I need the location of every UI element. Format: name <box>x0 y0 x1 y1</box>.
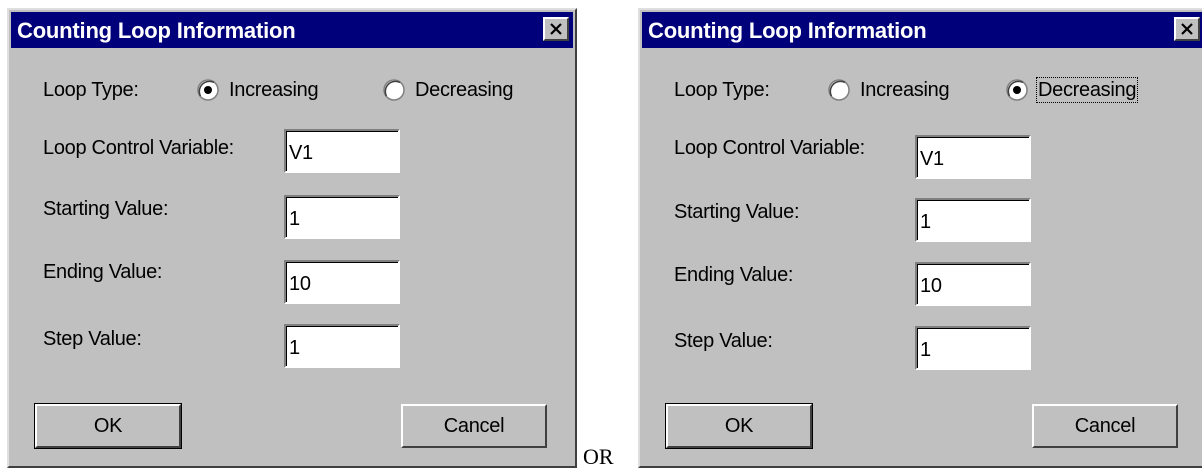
radio-increasing[interactable]: Increasing <box>828 78 950 102</box>
step-value-input[interactable]: 1 <box>284 324 400 368</box>
ending-value-label: Ending Value: <box>43 261 163 283</box>
ok-button[interactable]: OK <box>34 403 182 449</box>
step-value-input[interactable]: 1 <box>915 326 1031 370</box>
ending-value-input[interactable]: 10 <box>284 260 400 304</box>
radio-unselected-icon <box>383 79 405 101</box>
or-separator: OR <box>583 444 614 469</box>
radio-decreasing[interactable]: Decreasing <box>1006 77 1139 103</box>
close-icon <box>550 23 562 35</box>
step-value-label: Step Value: <box>674 330 773 352</box>
radio-unselected-icon <box>828 79 850 101</box>
starting-value-input[interactable]: 1 <box>915 198 1031 242</box>
close-button[interactable] <box>543 17 569 41</box>
step-value-label: Step Value: <box>43 328 142 350</box>
radio-selected-icon <box>1006 79 1028 101</box>
starting-value-label: Starting Value: <box>674 201 800 223</box>
loop-control-variable-input[interactable]: V1 <box>915 135 1031 179</box>
title-bar: Counting Loop Information <box>642 12 1202 48</box>
counting-loop-dialog-decreasing: Counting Loop Information Loop Type: Inc… <box>638 8 1202 468</box>
loop-type-label: Loop Type: <box>674 79 770 101</box>
cancel-button[interactable]: Cancel <box>401 404 547 448</box>
ending-value-label: Ending Value: <box>674 264 794 286</box>
radio-decreasing[interactable]: Decreasing <box>383 78 513 102</box>
starting-value-label: Starting Value: <box>43 198 169 220</box>
cancel-button[interactable]: Cancel <box>1032 404 1178 448</box>
radio-increasing[interactable]: Increasing <box>197 78 319 102</box>
radio-selected-icon <box>197 79 219 101</box>
loop-control-variable-input[interactable]: V1 <box>284 129 400 173</box>
ok-button[interactable]: OK <box>665 403 813 449</box>
title-bar: Counting Loop Information <box>11 12 573 48</box>
radio-label: Decreasing <box>1035 77 1139 103</box>
loop-control-variable-label: Loop Control Variable: <box>43 137 234 159</box>
dialog-title: Counting Loop Information <box>17 18 296 43</box>
close-button[interactable] <box>1174 17 1200 41</box>
dialog-title: Counting Loop Information <box>648 18 927 43</box>
loop-control-variable-label: Loop Control Variable: <box>674 137 865 159</box>
counting-loop-dialog-increasing: Counting Loop Information Loop Type: Inc… <box>7 8 577 468</box>
radio-label: Increasing <box>860 79 950 101</box>
ending-value-input[interactable]: 10 <box>915 262 1031 306</box>
close-icon <box>1181 23 1193 35</box>
starting-value-input[interactable]: 1 <box>284 195 400 239</box>
radio-label: Increasing <box>229 79 319 101</box>
loop-type-label: Loop Type: <box>43 79 139 101</box>
radio-label: Decreasing <box>415 79 514 101</box>
